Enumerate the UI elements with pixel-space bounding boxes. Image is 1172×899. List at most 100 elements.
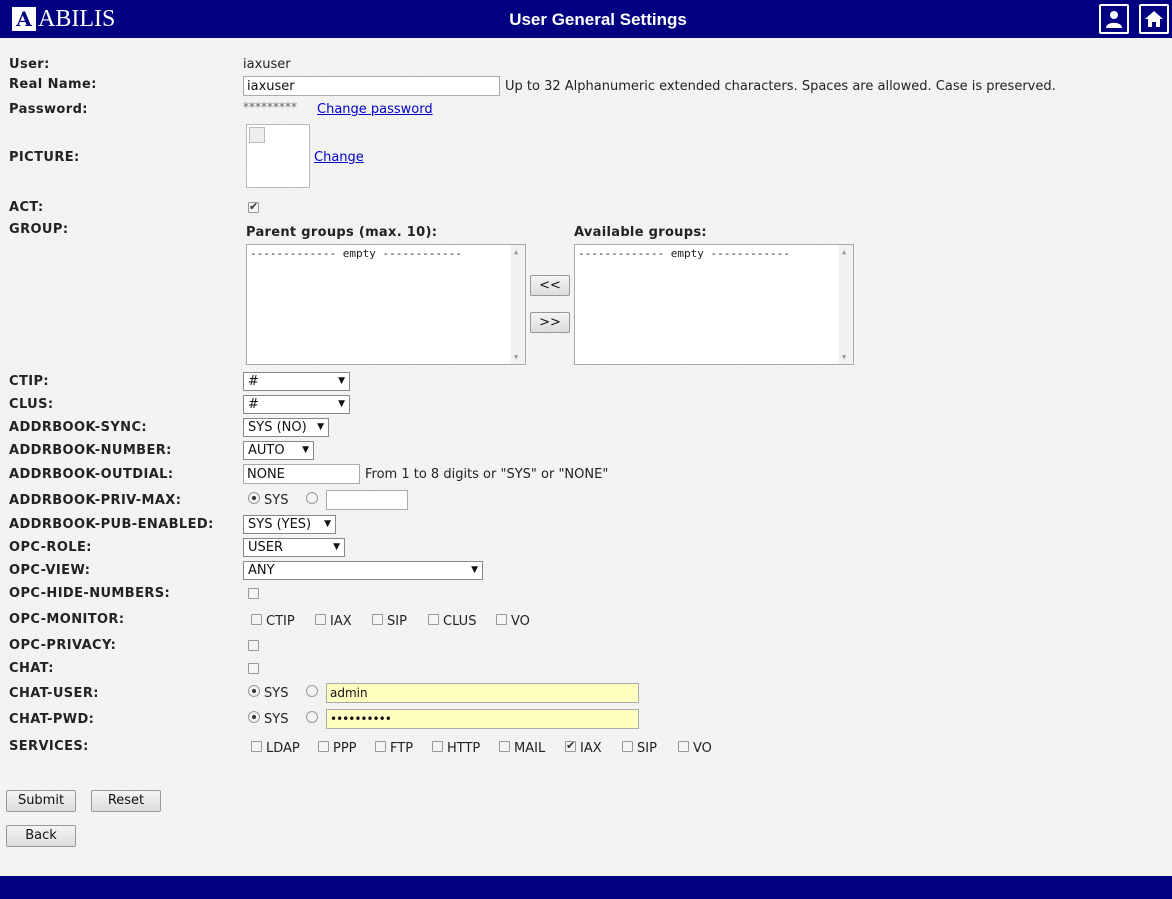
opc-monitor-clus-checkbox[interactable] bbox=[428, 614, 439, 625]
chat-checkbox[interactable] bbox=[248, 663, 259, 674]
chat-user-custom-radio[interactable] bbox=[306, 685, 318, 697]
chat-pwd-input[interactable] bbox=[326, 709, 639, 729]
chevron-down-icon: ▼ bbox=[317, 422, 324, 432]
opc-monitor-label: OPC-MONITOR: bbox=[9, 612, 125, 627]
real-name-label: Real Name: bbox=[9, 77, 97, 92]
opc-view-label: OPC-VIEW: bbox=[9, 563, 91, 578]
real-name-hint: Up to 32 Alphanumeric extended character… bbox=[505, 79, 1056, 94]
ctip-select[interactable]: # ▼ bbox=[243, 372, 350, 391]
opc-monitor-clus-label: CLUS bbox=[443, 614, 477, 629]
chat-user-sys-radio[interactable] bbox=[248, 685, 260, 697]
opc-privacy-checkbox[interactable] bbox=[248, 640, 259, 651]
chat-user-sys-label: SYS bbox=[264, 686, 289, 701]
chevron-down-icon: ▼ bbox=[302, 445, 309, 455]
chat-pwd-label: CHAT-PWD: bbox=[9, 712, 95, 727]
addrbook-pub-enabled-value: SYS (YES) bbox=[248, 517, 312, 532]
add-group-button[interactable]: << bbox=[530, 275, 570, 296]
addrbook-priv-max-label: ADDRBOOK-PRIV-MAX: bbox=[9, 493, 182, 508]
opc-hide-numbers-label: OPC-HIDE-NUMBERS: bbox=[9, 586, 171, 601]
opc-role-label: OPC-ROLE: bbox=[9, 540, 92, 555]
service-ftp-label: FTP bbox=[390, 741, 414, 756]
chevron-down-icon: ▼ bbox=[338, 376, 345, 386]
chevron-down-icon: ▼ bbox=[324, 519, 331, 529]
back-button[interactable]: Back bbox=[6, 825, 76, 847]
addrbook-outdial-label: ADDRBOOK-OUTDIAL: bbox=[9, 467, 174, 482]
opc-monitor-iax-checkbox[interactable] bbox=[315, 614, 326, 625]
act-checkbox[interactable] bbox=[248, 200, 259, 213]
opc-view-value: ANY bbox=[248, 563, 275, 578]
change-picture-link[interactable]: Change bbox=[314, 150, 364, 165]
addrbook-number-select[interactable]: AUTO ▼ bbox=[243, 441, 314, 460]
addrbook-outdial-input[interactable] bbox=[243, 464, 360, 484]
addrbook-pub-enabled-select[interactable]: SYS (YES) ▼ bbox=[243, 515, 336, 534]
service-mail-checkbox[interactable] bbox=[499, 741, 510, 752]
opc-view-select[interactable]: ANY ▼ bbox=[243, 561, 483, 580]
submit-button[interactable]: Submit bbox=[6, 790, 76, 812]
ctip-label: CTIP: bbox=[9, 374, 49, 389]
service-ftp-checkbox[interactable] bbox=[375, 741, 386, 752]
addrbook-priv-max-sys-radio[interactable] bbox=[248, 492, 260, 504]
addrbook-outdial-hint: From 1 to 8 digits or "SYS" or "NONE" bbox=[365, 467, 609, 482]
password-label: Password: bbox=[9, 102, 88, 117]
change-password-link[interactable]: Change password bbox=[317, 102, 433, 117]
reset-button[interactable]: Reset bbox=[91, 790, 161, 812]
addrbook-pub-enabled-label: ADDRBOOK-PUB-ENABLED: bbox=[9, 517, 214, 532]
broken-image-icon bbox=[249, 127, 265, 143]
addrbook-sync-select[interactable]: SYS (NO) ▼ bbox=[243, 418, 329, 437]
opc-role-select[interactable]: USER ▼ bbox=[243, 538, 345, 557]
parent-groups-list[interactable]: ------------- empty ------------ ▲ ▼ bbox=[246, 244, 526, 365]
opc-privacy-label: OPC-PRIVACY: bbox=[9, 638, 117, 653]
addrbook-sync-label: ADDRBOOK-SYNC: bbox=[9, 420, 147, 435]
header-bar: A ABILIS User General Settings bbox=[0, 0, 1172, 38]
addrbook-priv-max-custom-radio[interactable] bbox=[306, 492, 318, 504]
chat-pwd-custom-radio[interactable] bbox=[306, 711, 318, 723]
addrbook-number-value: AUTO bbox=[248, 443, 285, 458]
service-vo-checkbox[interactable] bbox=[678, 741, 689, 752]
list-item[interactable]: ------------- empty ------------ bbox=[575, 245, 853, 260]
footer-bar bbox=[0, 876, 1172, 899]
addrbook-priv-max-sys-label: SYS bbox=[264, 493, 289, 508]
service-http-checkbox[interactable] bbox=[432, 741, 443, 752]
real-name-input[interactable] bbox=[243, 76, 500, 96]
opc-monitor-ctip-label: CTIP bbox=[266, 614, 295, 629]
addrbook-sync-value: SYS (NO) bbox=[248, 420, 307, 435]
opc-hide-numbers-checkbox[interactable] bbox=[248, 588, 259, 599]
chat-user-input[interactable] bbox=[326, 683, 639, 703]
user-label: User: bbox=[9, 57, 50, 72]
addrbook-priv-max-input[interactable] bbox=[326, 490, 408, 510]
service-iax-label: IAX bbox=[580, 741, 602, 756]
chevron-down-icon: ▼ bbox=[338, 399, 345, 409]
opc-monitor-sip-checkbox[interactable] bbox=[372, 614, 383, 625]
password-value: ********* bbox=[243, 100, 297, 114]
opc-monitor-iax-label: IAX bbox=[330, 614, 352, 629]
available-groups-list[interactable]: ------------- empty ------------ ▲ ▼ bbox=[574, 244, 854, 365]
opc-role-value: USER bbox=[248, 540, 284, 555]
addrbook-number-label: ADDRBOOK-NUMBER: bbox=[9, 443, 172, 458]
list-item[interactable]: ------------- empty ------------ bbox=[247, 245, 525, 260]
remove-group-button[interactable]: >> bbox=[530, 312, 570, 333]
user-icon[interactable] bbox=[1099, 4, 1129, 34]
service-ldap-checkbox[interactable] bbox=[251, 741, 262, 752]
clus-select[interactable]: # ▼ bbox=[243, 395, 350, 414]
clus-label: CLUS: bbox=[9, 397, 54, 412]
opc-monitor-sip-label: SIP bbox=[387, 614, 407, 629]
home-icon[interactable] bbox=[1139, 4, 1169, 34]
scrollbar[interactable]: ▲ ▼ bbox=[511, 245, 525, 364]
chat-pwd-sys-radio[interactable] bbox=[248, 711, 260, 723]
opc-monitor-vo-checkbox[interactable] bbox=[496, 614, 507, 625]
user-picture bbox=[246, 124, 310, 188]
service-iax-checkbox[interactable] bbox=[565, 739, 576, 752]
service-sip-checkbox[interactable] bbox=[622, 741, 633, 752]
opc-monitor-ctip-checkbox[interactable] bbox=[251, 614, 262, 625]
ctip-value: # bbox=[248, 374, 259, 389]
service-http-label: HTTP bbox=[447, 741, 481, 756]
page-title: User General Settings bbox=[509, 10, 687, 29]
scrollbar[interactable]: ▲ ▼ bbox=[839, 245, 853, 364]
available-groups-title: Available groups: bbox=[574, 225, 707, 240]
user-value: iaxuser bbox=[243, 57, 291, 72]
service-sip-label: SIP bbox=[637, 741, 657, 756]
chevron-down-icon: ▼ bbox=[471, 565, 478, 575]
service-ppp-checkbox[interactable] bbox=[318, 741, 329, 752]
service-mail-label: MAIL bbox=[514, 741, 546, 756]
parent-groups-title: Parent groups (max. 10): bbox=[246, 225, 438, 240]
